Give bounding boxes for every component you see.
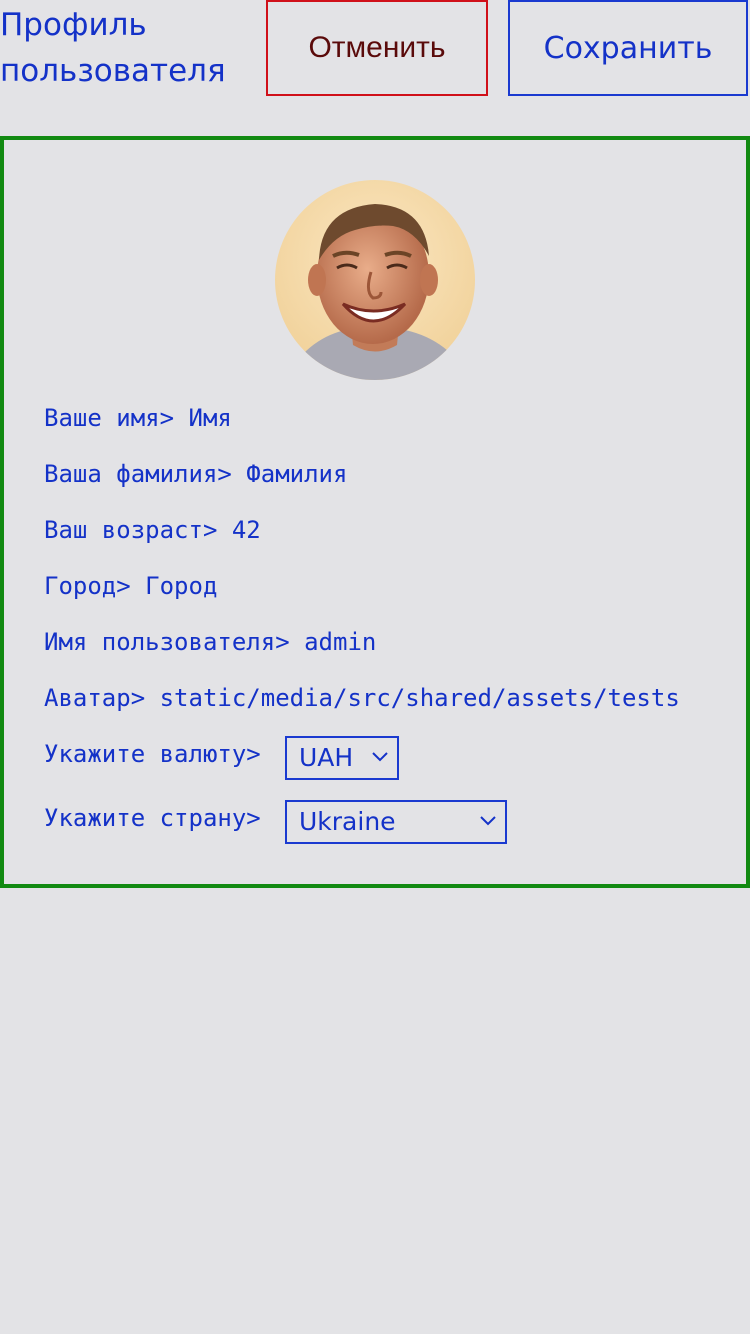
last-name-label: Ваша фамилия> — [44, 460, 232, 488]
avatar-row[interactable]: Аватар> static/media/src/shared/assets/t… — [44, 682, 706, 714]
avatar — [275, 180, 475, 380]
city-label: Город> — [44, 572, 131, 600]
avatar-label: Аватар> — [44, 684, 146, 712]
age-value[interactable]: 42 — [232, 516, 261, 544]
cancel-button[interactable]: Отменить — [266, 0, 488, 96]
city-value[interactable]: Город — [145, 572, 217, 600]
first-name-label: Ваше имя> — [44, 404, 175, 432]
country-selected-value: Ukraine — [299, 807, 396, 836]
currency-select[interactable]: UAH — [285, 736, 399, 780]
currency-selected-value: UAH — [299, 743, 354, 772]
age-row[interactable]: Ваш возраст> 42 — [44, 514, 706, 546]
profile-card: Ваше имя> Имя Ваша фамилия> Фамилия Ваш … — [0, 136, 750, 888]
first-name-row[interactable]: Ваше имя> Имя — [44, 402, 706, 434]
chevron-down-icon — [372, 752, 388, 762]
country-select[interactable]: Ukraine — [285, 800, 507, 844]
username-value[interactable]: admin — [304, 628, 376, 656]
city-row[interactable]: Город> Город — [44, 570, 706, 602]
last-name-row[interactable]: Ваша фамилия> Фамилия — [44, 458, 706, 490]
last-name-value[interactable]: Фамилия — [246, 460, 347, 488]
save-button[interactable]: Сохранить — [508, 0, 748, 96]
username-row[interactable]: Имя пользователя> admin — [44, 626, 706, 658]
avatar-url-value[interactable]: static/media/src/shared/assets/tests — [160, 684, 680, 712]
username-label: Имя пользователя> — [44, 628, 290, 656]
first-name-value[interactable]: Имя — [189, 404, 232, 432]
age-label: Ваш возраст> — [44, 516, 218, 544]
chevron-down-icon — [480, 816, 496, 826]
page-title: Профиль пользователя — [0, 7, 226, 89]
